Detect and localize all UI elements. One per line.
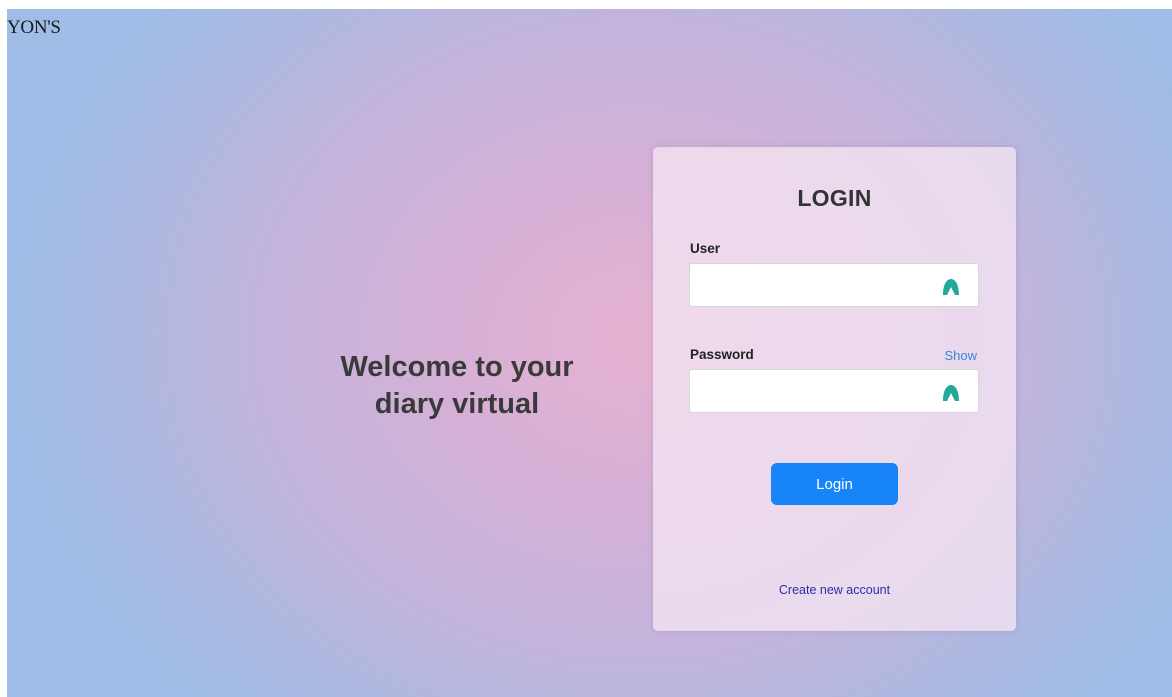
user-input[interactable] — [690, 264, 978, 306]
password-label: Password — [690, 347, 754, 362]
password-field-container — [689, 369, 979, 413]
password-manager-icon[interactable] — [942, 384, 960, 401]
welcome-line-1: Welcome to your — [340, 351, 574, 383]
password-manager-icon[interactable] — [942, 278, 960, 295]
user-label: User — [690, 241, 721, 256]
password-input[interactable] — [690, 370, 978, 412]
login-title: LOGIN — [797, 185, 872, 211]
welcome-line-2: diary virtual — [374, 388, 540, 420]
login-button[interactable]: Login — [771, 463, 898, 505]
login-card: LOGIN User Password Show Login Create ne… — [653, 147, 1016, 631]
page-background: YON'S Welcome to your diary virtual LOGI… — [7, 9, 1172, 697]
brand-logo: YON'S — [7, 17, 61, 38]
create-account-link[interactable]: Create new account — [653, 583, 1016, 597]
show-password-toggle[interactable]: Show — [944, 348, 977, 363]
user-field-container — [689, 263, 979, 307]
welcome-heading: Welcome to your diary virtual — [307, 349, 607, 423]
